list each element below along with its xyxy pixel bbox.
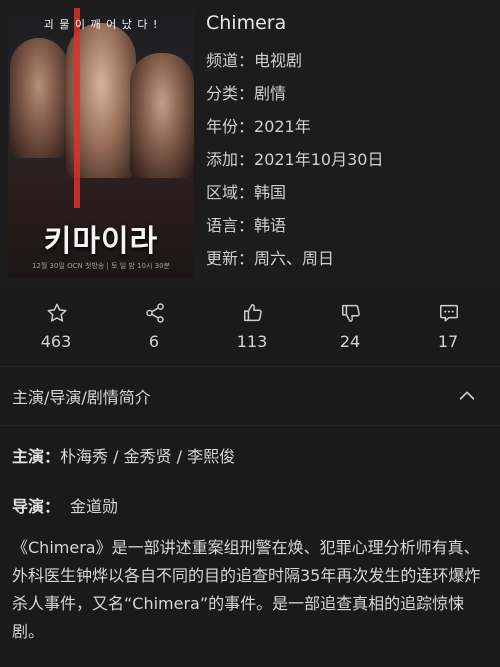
info-row-region: 区域：韩国 xyxy=(206,176,383,209)
info-key: 频道： xyxy=(206,51,255,70)
info-row-year: 年份：2021年 xyxy=(206,110,383,143)
info-value: 电视剧 xyxy=(254,51,303,70)
stat-count: 463 xyxy=(40,332,72,351)
info-row-language: 语言：韩语 xyxy=(206,209,383,242)
stat-count: 113 xyxy=(236,332,268,351)
info-key: 分类： xyxy=(206,84,255,103)
star-icon xyxy=(47,303,67,322)
info-value: 2021年10月30日 xyxy=(254,150,384,169)
thumbs-up-icon xyxy=(244,304,262,322)
info-key: 添加： xyxy=(206,150,255,169)
comment-icon xyxy=(440,304,458,322)
section-title: 主演/导演/剧情简介 xyxy=(12,388,151,407)
info-row-channel: 频道：电视剧 xyxy=(206,44,383,77)
cast-label: 主演： xyxy=(12,447,61,466)
synopsis-section-toggle[interactable]: 主演/导演/剧情简介 xyxy=(0,366,500,426)
info-row-added: 添加：2021年10月30日 xyxy=(206,143,383,176)
poster-image[interactable]: 괴 물 이 깨 어 났 다 ! 키마이라 12월 30일 OCN 첫방송 | 토… xyxy=(8,8,194,278)
director-value: 金道勋 xyxy=(70,497,119,516)
info-value: 2021年 xyxy=(254,117,311,136)
info-key: 年份： xyxy=(206,117,255,136)
info-row-update: 更新：周六、周日 xyxy=(206,242,383,275)
poster-red-stripe xyxy=(74,8,80,208)
cast-line: 主演：朴海秀 / 金秀贤 / 李熙俊 xyxy=(12,443,492,467)
info-panel: Chimera 频道：电视剧 分类：剧情 年份：2021年 添加：2021年10… xyxy=(206,10,383,275)
thumbs-down-icon xyxy=(342,304,360,322)
info-value: 剧情 xyxy=(254,84,287,103)
info-key: 更新： xyxy=(206,249,255,268)
info-row-category: 分类：剧情 xyxy=(206,77,383,110)
stat-count: 17 xyxy=(437,332,459,351)
share-icon xyxy=(146,303,164,323)
director-label: 导演： xyxy=(12,497,61,516)
director-line: 导演： 金道勋 xyxy=(12,493,492,517)
synopsis-text: 《Chimera》是一部讲述重案组刑警在焕、犯罪心理分析师有真、外科医生钟烨以各… xyxy=(12,538,481,641)
stats-bar: 463 6 113 24 17 xyxy=(0,288,500,366)
show-title: Chimera xyxy=(206,12,287,34)
stat-count: 24 xyxy=(339,332,361,351)
info-key: 语言： xyxy=(206,216,255,235)
poster-tagline: 괴 물 이 깨 어 났 다 ! xyxy=(43,18,159,31)
poster-korean-title: 키마이라 xyxy=(43,224,159,259)
info-key: 区域： xyxy=(206,183,255,202)
poster-face-left xyxy=(10,38,68,158)
cast-value: 朴海秀 / 金秀贤 / 李熙俊 xyxy=(60,447,236,466)
stat-share[interactable]: 6 xyxy=(104,288,204,366)
stat-dislike[interactable]: 24 xyxy=(300,288,400,366)
header-area: 괴 물 이 깨 어 났 다 ! 키마이라 12월 30일 OCN 첫방송 | 토… xyxy=(0,0,500,288)
chevron-up-icon[interactable] xyxy=(456,385,478,407)
stat-like[interactable]: 113 xyxy=(202,288,302,366)
stat-favorite[interactable]: 463 xyxy=(6,288,106,366)
stat-comment[interactable]: 17 xyxy=(398,288,498,366)
poster-face-right xyxy=(130,53,194,178)
stat-count: 6 xyxy=(148,332,160,351)
info-value: 周六、周日 xyxy=(254,249,335,268)
info-value: 韩国 xyxy=(254,183,287,202)
poster-small-text: 12월 30일 OCN 첫방송 | 토 일 밤 10시 30분 xyxy=(31,262,171,270)
info-value: 韩语 xyxy=(254,216,287,235)
